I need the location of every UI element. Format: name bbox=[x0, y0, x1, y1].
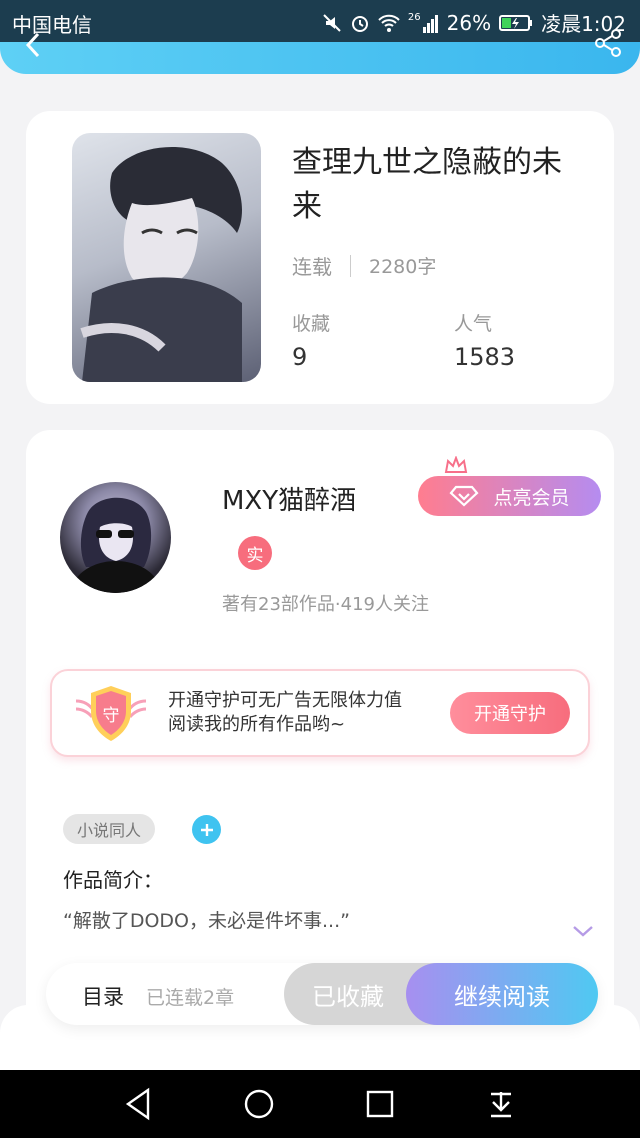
popularity-value: 1583 bbox=[454, 343, 516, 371]
book-title: 查理九世之隐蔽的未来 bbox=[292, 145, 562, 224]
toc-button[interactable]: 目录 bbox=[82, 981, 124, 1011]
alarm-icon bbox=[351, 15, 368, 32]
collect-label: 收藏 bbox=[292, 313, 331, 335]
share-icon[interactable] bbox=[594, 28, 624, 58]
genre-tag[interactable]: 小说同人 bbox=[63, 814, 156, 844]
battery-percent: 26% bbox=[446, 10, 492, 35]
book-cover[interactable] bbox=[72, 133, 261, 382]
member-button[interactable]: 点亮会员 bbox=[418, 476, 601, 516]
signal-icon bbox=[422, 14, 438, 33]
crown-icon bbox=[444, 456, 468, 473]
action-bar: 目录 已连载2章 已收藏 继续阅读 bbox=[46, 963, 598, 1025]
member-button-label: 点亮会员 bbox=[493, 486, 570, 509]
mute-icon bbox=[323, 13, 341, 32]
battery-icon bbox=[499, 14, 533, 31]
network-label: 26 bbox=[407, 12, 421, 23]
header-bar bbox=[0, 42, 640, 74]
guard-shield-icon: 守 bbox=[75, 686, 147, 741]
author-avatar[interactable] bbox=[60, 482, 171, 593]
nav-recents-icon[interactable] bbox=[360, 1084, 400, 1124]
author-stats: 著有23部作品·419人关注 bbox=[222, 594, 429, 615]
continue-reading-button[interactable]: 继续阅读 bbox=[406, 963, 598, 1025]
back-icon[interactable] bbox=[24, 30, 44, 60]
add-tag-button[interactable] bbox=[192, 815, 221, 844]
navigation-bar bbox=[0, 1070, 640, 1138]
guard-banner[interactable]: 守 开通守护可无广告无限体力值 阅读我的所有作品哟~ 开通守护 bbox=[50, 669, 590, 757]
nav-home-icon[interactable] bbox=[239, 1084, 279, 1124]
popularity-label: 人气 bbox=[454, 313, 493, 335]
chevron-down-icon[interactable] bbox=[572, 924, 594, 938]
divider bbox=[350, 254, 351, 277]
diamond-icon bbox=[449, 485, 479, 507]
wifi-icon bbox=[378, 14, 400, 32]
guard-line-2: 阅读我的所有作品哟~ bbox=[168, 714, 346, 735]
guard-description: 开通守护可无广告无限体力值 阅读我的所有作品哟~ bbox=[168, 689, 402, 737]
book-info-card: 查理九世之隐蔽的未来 连载 2280字 收藏 9 人气 1583 bbox=[26, 111, 614, 404]
book-status-line: 连载 2280字 bbox=[292, 251, 436, 280]
guard-icon-text: 守 bbox=[103, 706, 120, 726]
avatar-illustration bbox=[70, 497, 162, 593]
author-name[interactable]: MXY猫醉酒 bbox=[222, 480, 356, 517]
open-guard-button[interactable]: 开通守护 bbox=[450, 692, 570, 734]
nav-back-icon[interactable] bbox=[118, 1084, 158, 1124]
guard-line-1: 开通守护可无广告无限体力值 bbox=[168, 690, 402, 711]
collected-label: 已收藏 bbox=[312, 982, 384, 1011]
cover-illustration bbox=[80, 146, 242, 382]
status-bar: 中国电信 26 26% 凌晨1:02 bbox=[0, 0, 640, 42]
collect-value: 9 bbox=[292, 343, 308, 371]
plus-icon bbox=[200, 823, 213, 836]
nav-notification-icon[interactable] bbox=[481, 1084, 521, 1124]
verified-badge: 实 bbox=[238, 536, 272, 570]
intro-text: “解散了DODO，未必是件坏事...” bbox=[63, 910, 350, 932]
word-count: 2280字 bbox=[369, 256, 437, 278]
author-card: MXY猫醉酒 点亮会员 实 著有23部作品·419人关注 守 开通守护可无广告无… bbox=[26, 430, 614, 1050]
chapter-count: 已连载2章 bbox=[146, 987, 235, 1009]
intro-label: 作品简介： bbox=[63, 868, 163, 892]
serial-status: 连载 bbox=[292, 255, 332, 279]
status-icons: 26 26% 凌晨1:02 bbox=[322, 8, 626, 37]
